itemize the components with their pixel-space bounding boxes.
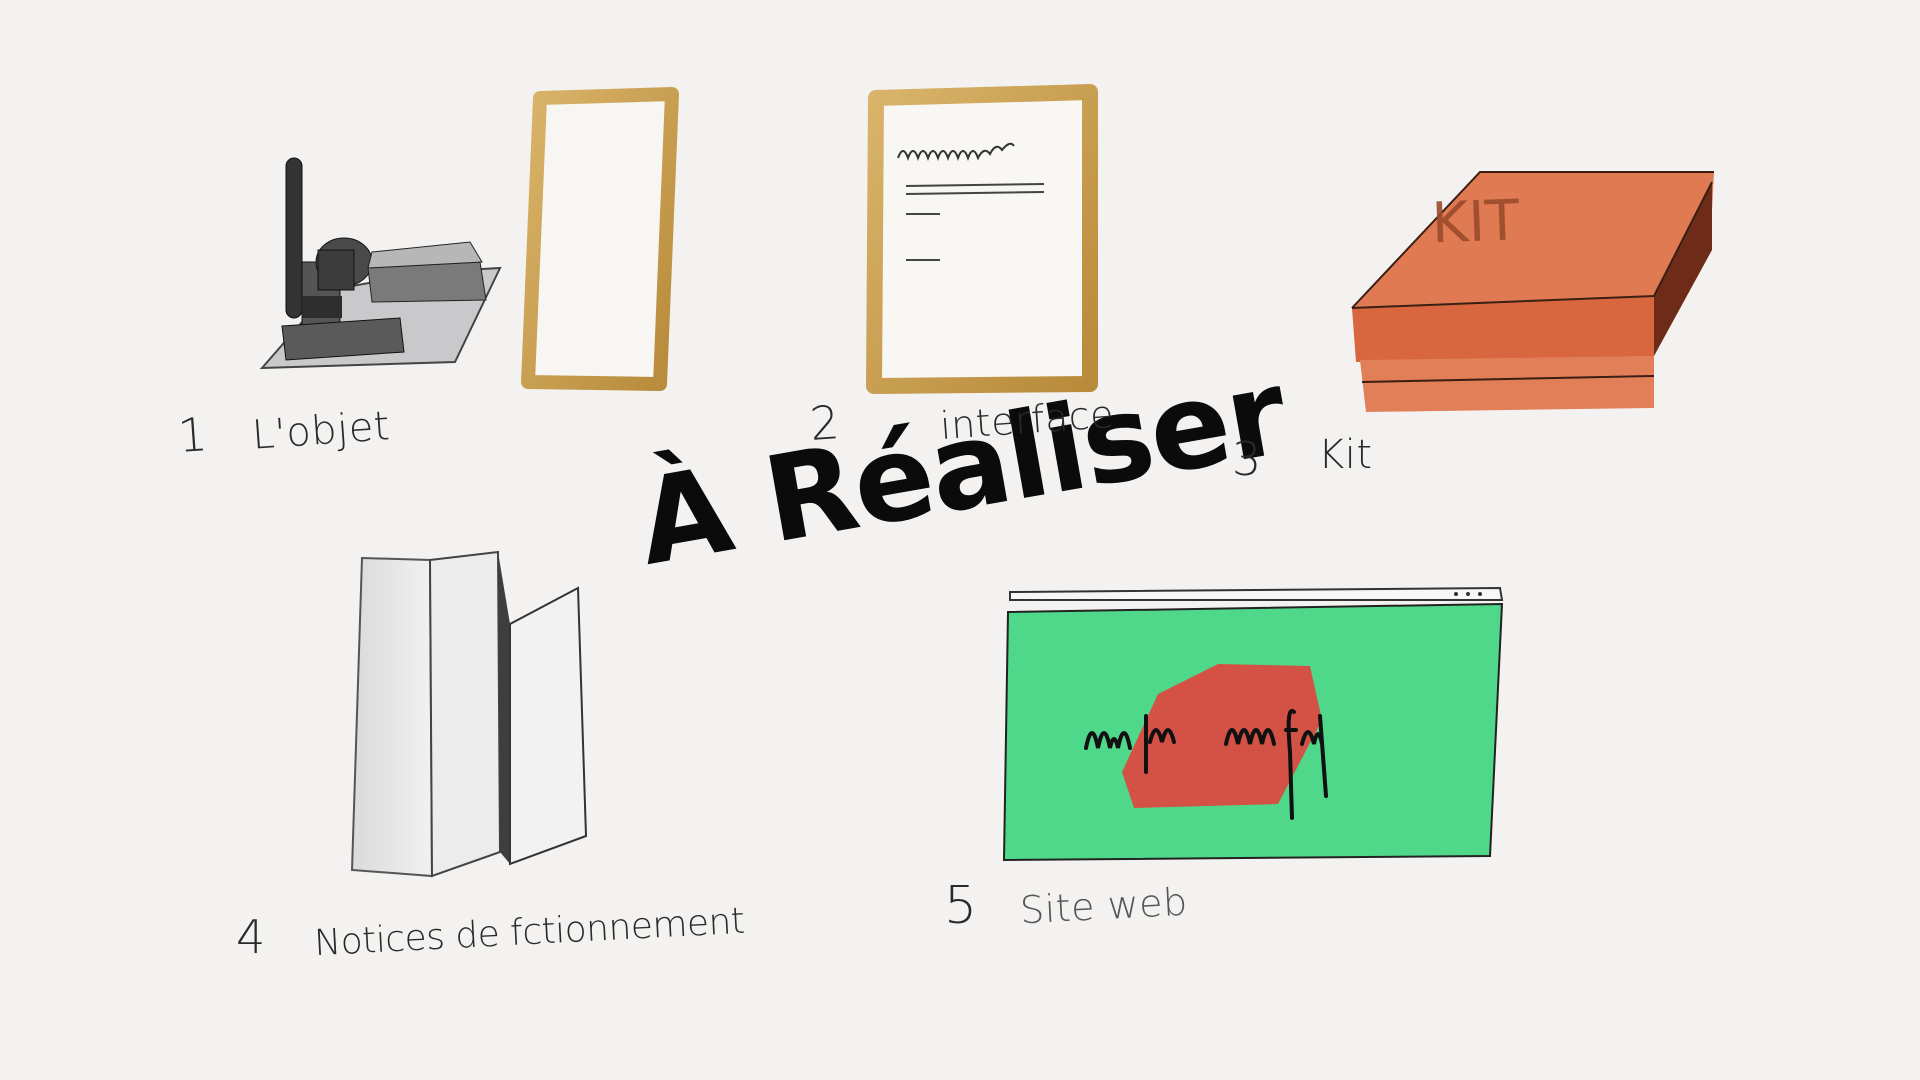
item-number-2: 2 [808, 395, 842, 451]
sketch-canvas: KIT À Réaliser 1 L'objet 2 interface 3 K… [0, 0, 1920, 1080]
item-number-1: 1 [176, 407, 210, 463]
item-label-site-web: Site web [1018, 879, 1189, 933]
folded-leaflet-icon [350, 550, 588, 878]
item-number-5: 5 [944, 876, 978, 936]
empty-frame-icon [521, 87, 679, 391]
item-number-3: 3 [1232, 432, 1262, 486]
electronics-board-icon [259, 157, 502, 370]
item-label-objet: L'objet [250, 403, 392, 459]
item-label-kit: Kit [1318, 432, 1373, 478]
kit-stamp: KIT [1431, 188, 1521, 256]
interface-frame-icon [866, 84, 1098, 394]
kit-box-icon: KIT [1351, 171, 1714, 412]
item-number-4: 4 [236, 910, 266, 964]
website-window-icon [1002, 586, 1504, 862]
